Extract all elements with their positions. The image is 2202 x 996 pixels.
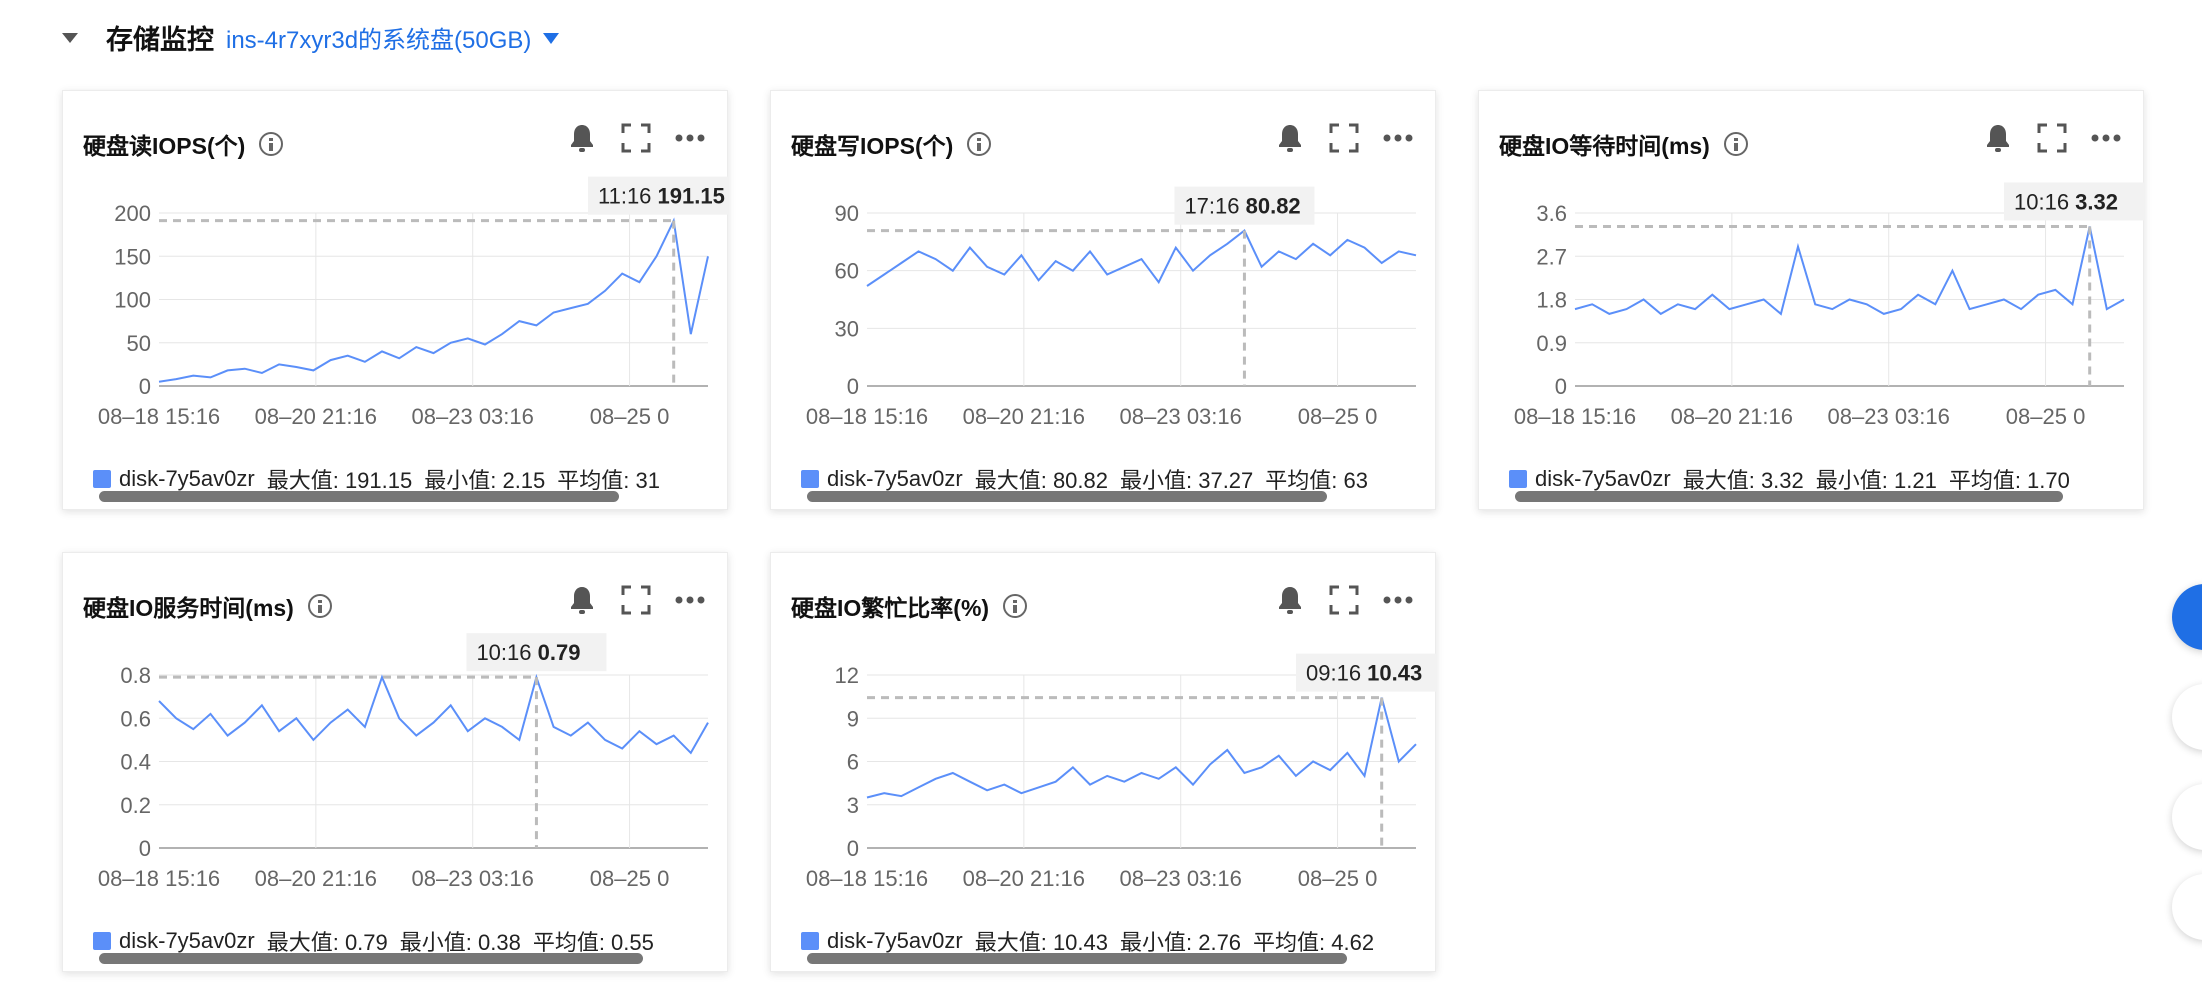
line-chart[interactable]: 0 0.9 1.8 2.7 3.6 08–18 15:16 08–20 21:16 08–23… (1479, 91, 2145, 461)
y-tick-label: 50 (127, 331, 151, 356)
series-name: disk-7y5av0zr (119, 928, 255, 953)
legend-scrollbar[interactable] (807, 491, 1327, 502)
y-tick-label: 0.2 (120, 793, 151, 818)
series-name: disk-7y5av0zr (827, 928, 963, 953)
x-tick-label: 08–25 0 (2006, 404, 2086, 429)
y-tick-label: 9 (847, 706, 859, 731)
legend-scrollbar[interactable] (1515, 491, 2063, 502)
x-tick-label: 08–25 0 (590, 866, 670, 891)
legend-scrollbar[interactable] (99, 491, 619, 502)
x-tick-label: 08–20 21:16 (1671, 404, 1793, 429)
series-swatch (93, 932, 111, 950)
chevron-down-icon (543, 32, 560, 44)
x-tick-label: 08–18 15:16 (1514, 404, 1636, 429)
tooltip-label: 17:16 80.82 (1184, 194, 1300, 219)
x-tick-label: 08–20 21:16 (963, 866, 1085, 891)
y-tick-label: 3 (847, 793, 859, 818)
x-tick-label: 08–18 15:16 (98, 866, 220, 891)
x-tick-label: 08–20 21:16 (963, 404, 1085, 429)
series-name: disk-7y5av0zr (1535, 466, 1671, 491)
series-swatch (801, 470, 819, 488)
series-line (158, 217, 709, 383)
x-tick-label: 08–23 03:16 (412, 866, 534, 891)
disk-selector-label: ins-4r7xyr3d的系统盘(50GB) (226, 26, 532, 54)
chart-card: 硬盘IO服务时间(ms) 0 0.2 0.4 0.6 0.8 08–18 15:16 08–… (62, 552, 728, 972)
series-name: disk-7y5av0zr (827, 466, 963, 491)
series-swatch (93, 470, 111, 488)
tooltip-label: 11:16 191.15 (598, 184, 725, 209)
x-tick-label: 08–25 0 (1298, 404, 1378, 429)
line-chart[interactable]: 0 3 6 9 12 08–18 15:16 08–20 21:16 08–23 03:16 0… (771, 553, 1437, 923)
x-tick-label: 08–25 0 (1298, 866, 1378, 891)
y-tick-label: 0 (139, 836, 151, 861)
series-line (158, 673, 709, 755)
x-tick-label: 08–20 21:16 (255, 866, 377, 891)
x-tick-label: 08–23 03:16 (1120, 866, 1242, 891)
y-tick-label: 0.8 (120, 663, 151, 688)
float-button[interactable] (2172, 874, 2202, 940)
series-swatch (801, 932, 819, 950)
y-tick-label: 90 (835, 201, 859, 226)
x-tick-label: 08–18 15:16 (806, 866, 928, 891)
legend-scrollbar[interactable] (99, 953, 643, 964)
y-tick-label: 0.6 (120, 706, 151, 731)
float-button-primary[interactable] (2172, 584, 2202, 650)
tooltip-label: 10:16 0.79 (476, 640, 580, 665)
tooltip-label: 09:16 10.43 (1306, 661, 1422, 686)
chart-card: 硬盘IO繁忙比率(%) 0 3 6 9 12 08–18 15:16 08–20 21:16… (770, 552, 1436, 972)
x-tick-label: 08–20 21:16 (255, 404, 377, 429)
x-tick-label: 08–25 0 (590, 404, 670, 429)
section-header: 存储监控 ins-4r7xyr3d的系统盘(50GB) (62, 14, 560, 60)
series-swatch (1509, 470, 1527, 488)
y-tick-label: 100 (114, 288, 151, 313)
line-chart[interactable]: 0 0.2 0.4 0.6 0.8 08–18 15:16 08–20 21:16 08–23… (63, 553, 729, 923)
x-tick-label: 08–23 03:16 (1120, 404, 1242, 429)
x-tick-label: 08–23 03:16 (1828, 404, 1950, 429)
tooltip-label: 10:16 3.32 (2014, 189, 2118, 214)
series-line (1574, 226, 2125, 316)
y-tick-label: 0.9 (1536, 331, 1567, 356)
chart-card: 硬盘IO等待时间(ms) 0 0.9 1.8 2.7 3.6 08–18 15:16 08–… (1478, 90, 2144, 510)
y-tick-label: 200 (114, 201, 151, 226)
line-chart[interactable]: 0 50 100 150 200 08–18 15:16 08–20 21:16 08–23 … (63, 91, 729, 461)
y-tick-label: 30 (835, 316, 859, 341)
y-tick-label: 150 (114, 244, 151, 269)
series-line (866, 229, 1417, 287)
chart-card: 硬盘写IOPS(个) 0 30 60 90 08–18 15:16 08–20 21:16… (770, 90, 1436, 510)
y-tick-label: 0 (1555, 374, 1567, 399)
disk-selector[interactable]: ins-4r7xyr3d的系统盘(50GB) (226, 20, 560, 55)
x-tick-label: 08–23 03:16 (412, 404, 534, 429)
section-title: 存储监控 (106, 24, 214, 55)
y-tick-label: 0.4 (120, 750, 151, 775)
series-line (866, 697, 1417, 799)
chart-card: 硬盘读IOPS(个) 0 50 100 150 200 08–18 15:16 08–20 … (62, 90, 728, 510)
y-tick-label: 12 (835, 663, 859, 688)
y-tick-label: 0 (847, 836, 859, 861)
y-tick-label: 1.8 (1536, 288, 1567, 313)
x-tick-label: 08–18 15:16 (98, 404, 220, 429)
legend-scrollbar[interactable] (807, 953, 1347, 964)
line-chart[interactable]: 0 30 60 90 08–18 15:16 08–20 21:16 08–23 03:16… (771, 91, 1437, 461)
y-tick-label: 0 (847, 374, 859, 399)
float-button[interactable] (2172, 784, 2202, 850)
float-button[interactable] (2172, 684, 2202, 750)
series-name: disk-7y5av0zr (119, 466, 255, 491)
y-tick-label: 2.7 (1536, 244, 1567, 269)
y-tick-label: 0 (139, 374, 151, 399)
x-tick-label: 08–18 15:16 (806, 404, 928, 429)
y-tick-label: 3.6 (1536, 201, 1567, 226)
collapse-caret-icon[interactable] (62, 33, 78, 43)
y-tick-label: 6 (847, 750, 859, 775)
y-tick-label: 60 (835, 259, 859, 284)
